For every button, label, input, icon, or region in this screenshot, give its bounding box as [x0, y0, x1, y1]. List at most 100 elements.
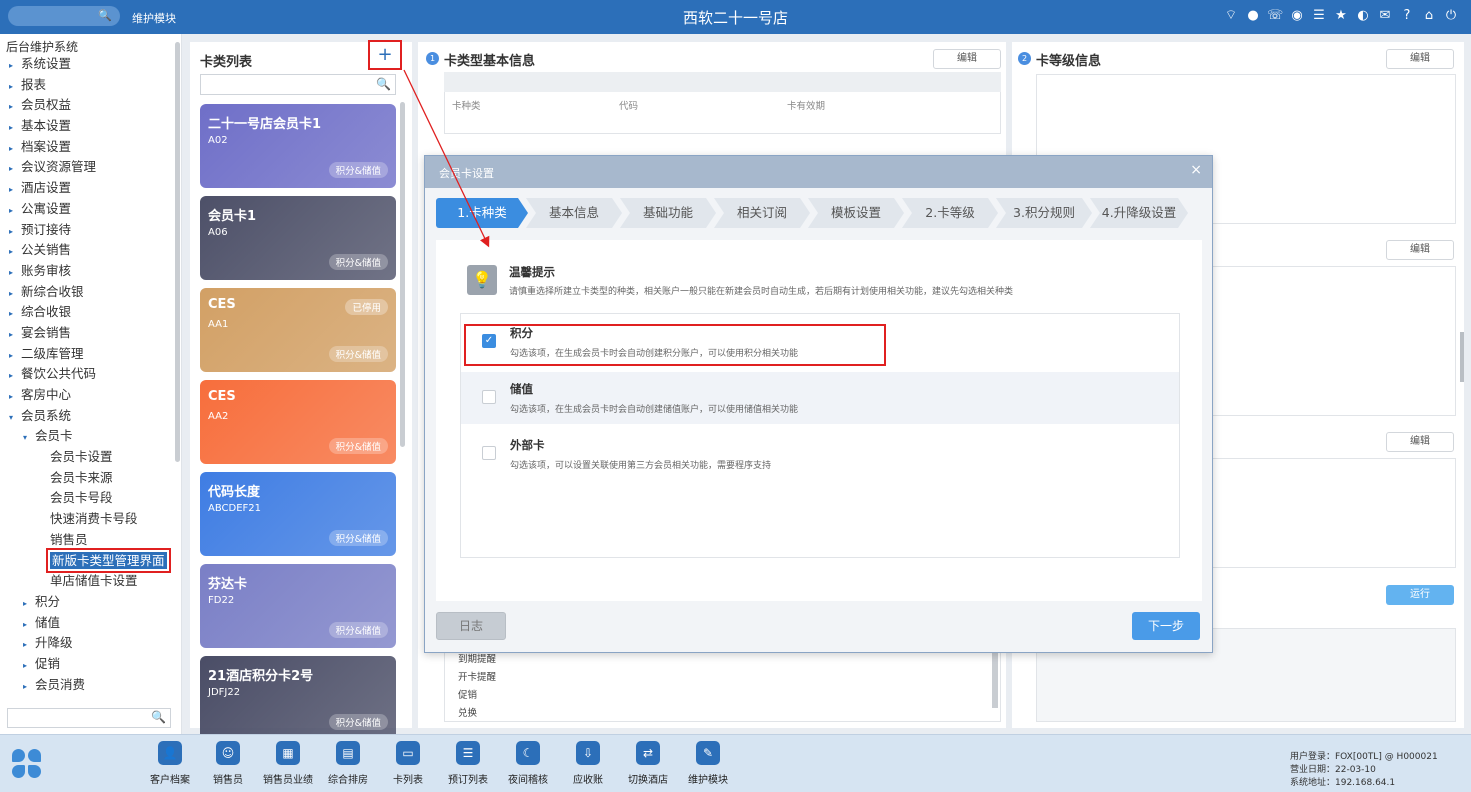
caret-right-icon[interactable]: ▸ — [9, 263, 21, 284]
card-kind-option[interactable]: 储值 勾选该项，在生成会员卡时会自动创建储值账户，可以使用储值相关功能 — [461, 372, 1179, 424]
wizard-step[interactable]: 基本信息 — [526, 198, 622, 228]
caret-down-icon[interactable]: ▾ — [23, 428, 35, 449]
dock-item[interactable]: ⇩ 应收账 — [556, 741, 620, 786]
wizard-step[interactable]: 1.卡种类 — [436, 198, 528, 228]
member-card-item[interactable]: CES AA2 积分&储值 — [200, 380, 396, 464]
caret-right-icon[interactable]: ▸ — [9, 201, 21, 222]
mail-icon[interactable]: ✉ — [1377, 8, 1393, 24]
chat-icon[interactable]: ● — [1245, 8, 1261, 24]
nav-item[interactable]: ▸ 公寓设置 — [0, 199, 176, 220]
night-audit-icon[interactable]: ☾ — [516, 741, 540, 765]
chart-icon[interactable]: ▦ — [276, 741, 300, 765]
search-icon[interactable]: 🔍 — [376, 77, 391, 91]
edit-button[interactable]: 编辑 — [1386, 432, 1454, 452]
moon-icon[interactable]: ◐ — [1355, 8, 1371, 24]
dock-item[interactable]: ▤ 综合排房 — [316, 741, 380, 786]
caret-right-icon[interactable]: ▸ — [9, 97, 21, 118]
dock-item[interactable]: 👤 客户档案 — [138, 741, 202, 786]
caret-right-icon[interactable]: ▸ — [9, 346, 21, 367]
nav-item[interactable]: ▸ 系统设置 — [0, 54, 176, 75]
caret-right-icon[interactable]: ▸ — [23, 615, 35, 636]
nav-item[interactable]: ▸ 新综合收银 — [0, 282, 176, 303]
list-scrollbar[interactable] — [992, 646, 998, 708]
caret-down-icon[interactable]: ▾ — [9, 408, 21, 429]
nav-item[interactable]: 会员卡来源 — [0, 468, 176, 489]
menu-icon[interactable]: ☰ — [1311, 8, 1327, 24]
nav-item[interactable]: 单店储值卡设置 — [0, 571, 176, 592]
caret-right-icon[interactable]: ▸ — [9, 118, 21, 139]
dock-item[interactable]: ☺ 销售员 — [196, 741, 260, 786]
member-card-item[interactable]: CES AA1 积分&储值 已停用 — [200, 288, 396, 372]
nav-item[interactable]: ▸ 会议资源管理 — [0, 157, 176, 178]
nav-item[interactable]: ▸ 会员权益 — [0, 95, 176, 116]
wizard-step[interactable]: 基础功能 — [620, 198, 716, 228]
caret-right-icon[interactable]: ▸ — [23, 594, 35, 615]
nav-search-input[interactable]: 🔍 — [7, 708, 171, 728]
wizard-step[interactable]: 4.升降级设置 — [1090, 198, 1188, 228]
dock-item[interactable]: ✎ 维护模块 — [676, 741, 740, 786]
edit-button[interactable]: 编辑 — [1386, 240, 1454, 260]
star-icon[interactable]: ★ — [1333, 8, 1349, 24]
nav-item[interactable]: ▾ 会员系统 — [0, 406, 176, 427]
checkbox[interactable] — [482, 390, 496, 404]
nav-item[interactable]: 会员卡号段 — [0, 488, 176, 509]
nav-item[interactable]: ▸ 积分 — [0, 592, 176, 613]
close-icon[interactable]: × — [1190, 162, 1202, 178]
panel-scrollbar[interactable] — [1460, 332, 1464, 382]
caret-right-icon[interactable]: ▸ — [23, 635, 35, 656]
card-kind-option[interactable]: 外部卡 勾选该项，可以设置关联使用第三方会员相关功能，需要程序支持 — [461, 428, 1179, 480]
list-item[interactable]: 到期提醒 — [458, 651, 496, 665]
card-search-input[interactable]: 🔍 — [200, 74, 396, 95]
checkbox[interactable] — [482, 446, 496, 460]
caret-right-icon[interactable]: ▸ — [23, 656, 35, 677]
room-icon[interactable]: ▤ — [336, 741, 360, 765]
member-card-item[interactable]: 会员卡1 A06 积分&储值 — [200, 196, 396, 280]
caret-right-icon[interactable]: ▸ — [9, 304, 21, 325]
wifi-icon[interactable]: ⌔ — [1223, 8, 1239, 24]
customer-icon[interactable]: 👤 — [158, 741, 182, 765]
search-icon[interactable]: 🔍 — [151, 710, 166, 724]
member-card-item[interactable]: 代码长度 ABCDEF21 积分&储值 — [200, 472, 396, 556]
nav-item[interactable]: ▸ 基本设置 — [0, 116, 176, 137]
wizard-step[interactable]: 相关订阅 — [714, 198, 810, 228]
wrench-icon[interactable]: ✎ — [696, 741, 720, 765]
search-icon[interactable]: 🔍 — [98, 9, 112, 22]
switch-icon[interactable]: ⇄ — [636, 741, 660, 765]
nav-item[interactable]: 会员卡设置 — [0, 447, 176, 468]
add-card-button[interactable]: + — [368, 40, 402, 70]
edit-button[interactable]: 编辑 — [1386, 49, 1454, 69]
home-icon[interactable]: ⌂ — [1421, 8, 1437, 24]
help-icon[interactable]: ? — [1399, 8, 1415, 24]
caret-right-icon[interactable]: ▸ — [9, 56, 21, 77]
caret-right-icon[interactable]: ▸ — [9, 222, 21, 243]
nav-item[interactable]: 快速消费卡号段 — [0, 509, 176, 530]
dock-item[interactable]: ⇄ 切换酒店 — [616, 741, 680, 786]
list-item[interactable]: 开卡提醒 — [458, 669, 496, 683]
dock-item[interactable]: ☰ 预订列表 — [436, 741, 500, 786]
nav-item[interactable]: ▸ 账务审核 — [0, 261, 176, 282]
nav-scrollbar[interactable] — [175, 42, 180, 462]
palette-icon[interactable]: ◉ — [1289, 8, 1305, 24]
caret-right-icon[interactable]: ▸ — [9, 325, 21, 346]
global-search-input[interactable]: 🔍 — [8, 6, 120, 26]
salesperson-icon[interactable]: ☺ — [216, 741, 240, 765]
caret-right-icon[interactable]: ▸ — [9, 159, 21, 180]
nav-item[interactable]: ▸ 公关销售 — [0, 240, 176, 261]
caret-right-icon[interactable]: ▸ — [9, 284, 21, 305]
nav-item[interactable]: ▸ 客房中心 — [0, 385, 176, 406]
nav-item[interactable]: ▸ 档案设置 — [0, 137, 176, 158]
nav-item[interactable]: ▸ 促销 — [0, 654, 176, 675]
log-button[interactable]: 日志 — [436, 612, 506, 640]
dock-item[interactable]: ☾ 夜间稽核 — [496, 741, 560, 786]
dock-item[interactable]: ▦ 销售员业绩 — [256, 741, 320, 786]
caret-right-icon[interactable]: ▸ — [9, 387, 21, 408]
nav-item[interactable]: ▸ 餐饮公共代码 — [0, 364, 176, 385]
member-card-item[interactable]: 21酒店积分卡2号 JDFJ22 积分&储值 — [200, 656, 396, 740]
nav-item[interactable]: ▾ 会员卡 — [0, 426, 176, 447]
nav-item[interactable]: ▸ 综合收银 — [0, 302, 176, 323]
nav-item[interactable]: ▸ 宴会销售 — [0, 323, 176, 344]
wizard-step[interactable]: 2.卡等级 — [902, 198, 998, 228]
wizard-step[interactable]: 3.积分规则 — [996, 198, 1092, 228]
nav-item[interactable]: 新版卡类型管理界面 — [0, 547, 176, 573]
nav-item[interactable]: ▸ 升降级 — [0, 633, 176, 654]
